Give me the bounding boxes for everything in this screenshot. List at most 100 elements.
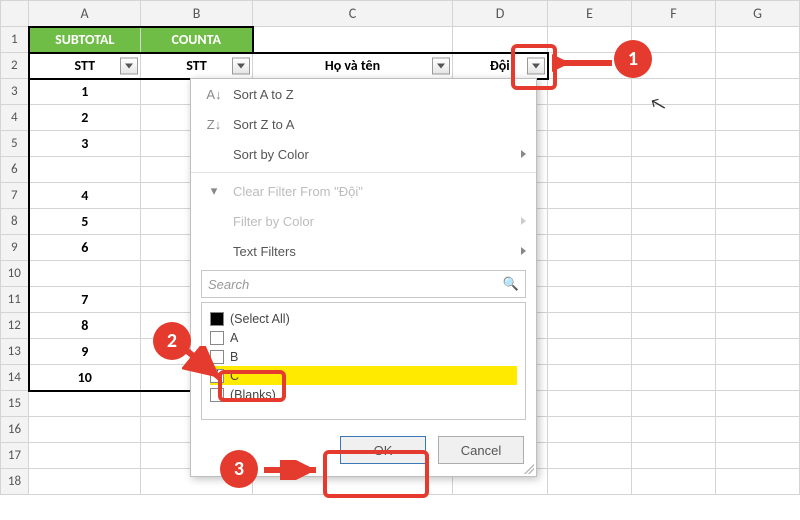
sort-by-color[interactable]: Sort by Color — [191, 139, 536, 169]
row-header-9[interactable]: 9 — [1, 235, 29, 261]
cell-E17[interactable] — [548, 443, 632, 469]
row-header-1[interactable]: 1 — [1, 27, 29, 53]
cell-A5[interactable]: 3 — [29, 131, 141, 157]
row-header-6[interactable]: 6 — [1, 157, 29, 183]
resize-grip-icon[interactable] — [524, 464, 534, 474]
cell-G9[interactable] — [716, 235, 800, 261]
cell-A11[interactable]: 7 — [29, 287, 141, 313]
text-filters[interactable]: Text Filters — [191, 236, 536, 266]
cell-E1[interactable] — [548, 27, 632, 53]
row-header-16[interactable]: 16 — [1, 417, 29, 443]
row-header-7[interactable]: 7 — [1, 183, 29, 209]
checkbox-icon[interactable] — [210, 350, 224, 364]
cell-A9[interactable]: 6 — [29, 235, 141, 261]
row-header-10[interactable]: 10 — [1, 261, 29, 287]
cell-E14[interactable] — [548, 365, 632, 391]
row-header-14[interactable]: 14 — [1, 365, 29, 391]
cell-A1[interactable]: SUBTOTAL — [29, 27, 141, 53]
cancel-button[interactable]: Cancel — [438, 436, 524, 464]
sort-za[interactable]: Z↓ Sort Z to A — [191, 109, 536, 139]
cell-B2[interactable]: STT — [141, 53, 253, 79]
cell-G8[interactable] — [716, 209, 800, 235]
cell-E13[interactable] — [548, 339, 632, 365]
corner-cell[interactable] — [1, 1, 29, 27]
cell-E15[interactable] — [548, 391, 632, 417]
filter-item-b[interactable]: B — [210, 347, 517, 366]
cell-A12[interactable]: 8 — [29, 313, 141, 339]
checkbox-icon[interactable] — [210, 369, 224, 383]
cell-D1[interactable] — [453, 27, 548, 53]
row-header-12[interactable]: 12 — [1, 313, 29, 339]
cell-G1[interactable] — [716, 27, 800, 53]
cell-E12[interactable] — [548, 313, 632, 339]
cell-E18[interactable] — [548, 469, 632, 495]
col-header-D[interactable]: D — [453, 1, 548, 27]
cell-G11[interactable] — [716, 287, 800, 313]
filter-item-select-all[interactable]: (Select All) — [210, 309, 517, 328]
cell-A8[interactable]: 5 — [29, 209, 141, 235]
row-header-8[interactable]: 8 — [1, 209, 29, 235]
row-header-17[interactable]: 17 — [1, 443, 29, 469]
col-header-A[interactable]: A — [29, 1, 141, 27]
filter-button-C[interactable] — [432, 57, 450, 74]
col-header-F[interactable]: F — [632, 1, 716, 27]
cell-G12[interactable] — [716, 313, 800, 339]
cell-E10[interactable] — [548, 261, 632, 287]
filter-search-input[interactable]: Search 🔍 — [201, 270, 526, 298]
cell-G2[interactable] — [716, 53, 800, 79]
cell-E8[interactable] — [548, 209, 632, 235]
cell-F6[interactable] — [632, 157, 716, 183]
col-header-B[interactable]: B — [141, 1, 253, 27]
cell-C2[interactable]: Họ và tên — [253, 53, 453, 79]
cell-E2[interactable] — [548, 53, 632, 79]
cell-A6[interactable] — [29, 157, 141, 183]
cell-G17[interactable] — [716, 443, 800, 469]
cell-A7[interactable]: 4 — [29, 183, 141, 209]
cell-G13[interactable] — [716, 339, 800, 365]
cell-G7[interactable] — [716, 183, 800, 209]
row-header-2[interactable]: 2 — [1, 53, 29, 79]
cell-G15[interactable] — [716, 391, 800, 417]
cell-G10[interactable] — [716, 261, 800, 287]
cell-G16[interactable] — [716, 417, 800, 443]
row-header-18[interactable]: 18 — [1, 469, 29, 495]
cell-F8[interactable] — [632, 209, 716, 235]
cell-A3[interactable]: 1 — [29, 79, 141, 105]
cell-A10[interactable] — [29, 261, 141, 287]
cell-F14[interactable] — [632, 365, 716, 391]
cell-F10[interactable] — [632, 261, 716, 287]
row-header-5[interactable]: 5 — [1, 131, 29, 157]
filter-button-D[interactable] — [527, 57, 545, 74]
cell-F12[interactable] — [632, 313, 716, 339]
cell-F3[interactable] — [632, 79, 716, 105]
cell-F9[interactable] — [632, 235, 716, 261]
cell-F16[interactable] — [632, 417, 716, 443]
row-header-3[interactable]: 3 — [1, 79, 29, 105]
filter-item-blanks[interactable]: (Blanks) — [210, 385, 517, 404]
cell-A18[interactable] — [29, 469, 141, 495]
checkbox-icon[interactable] — [210, 331, 224, 345]
cell-G5[interactable] — [716, 131, 800, 157]
cell-A2[interactable]: STT — [29, 53, 141, 79]
col-header-G[interactable]: G — [716, 1, 800, 27]
sort-az[interactable]: A↓ Sort A to Z — [191, 79, 536, 109]
checkbox-icon[interactable] — [210, 312, 224, 326]
cell-E4[interactable] — [548, 105, 632, 131]
cell-F18[interactable] — [632, 469, 716, 495]
filter-button-B[interactable] — [232, 57, 250, 74]
ok-button[interactable]: OK — [340, 436, 426, 464]
cell-F2[interactable] — [632, 53, 716, 79]
filter-button-A[interactable] — [120, 57, 138, 74]
col-header-E[interactable]: E — [548, 1, 632, 27]
cell-B1[interactable]: COUNTA — [141, 27, 253, 53]
cell-G3[interactable] — [716, 79, 800, 105]
cell-A17[interactable] — [29, 443, 141, 469]
row-header-15[interactable]: 15 — [1, 391, 29, 417]
cell-A4[interactable]: 2 — [29, 105, 141, 131]
cell-A16[interactable] — [29, 417, 141, 443]
cell-F7[interactable] — [632, 183, 716, 209]
cell-F5[interactable] — [632, 131, 716, 157]
row-header-4[interactable]: 4 — [1, 105, 29, 131]
filter-item-c[interactable]: C — [210, 366, 517, 385]
cell-E16[interactable] — [548, 417, 632, 443]
